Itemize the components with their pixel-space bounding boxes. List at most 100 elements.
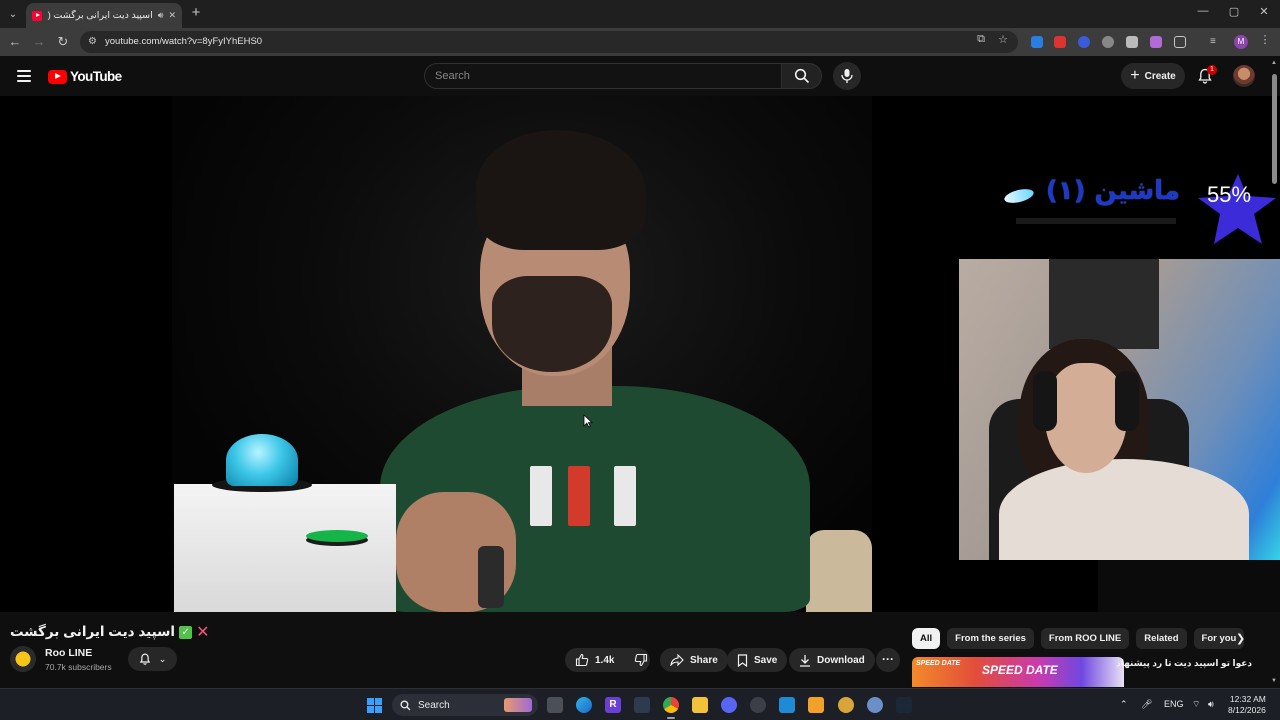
task-view-icon[interactable]	[547, 697, 563, 713]
voice-search-button[interactable]	[833, 62, 861, 90]
video-person-hair	[476, 130, 646, 250]
chip-related[interactable]: Related	[1136, 628, 1187, 649]
reload-icon[interactable]: ↻	[55, 34, 71, 50]
account-avatar[interactable]	[1233, 65, 1255, 87]
video-player[interactable]: ماشین (۱) 55%	[0, 96, 1280, 612]
scroll-up-icon[interactable]: ▲	[1271, 60, 1277, 66]
video-person-beard	[492, 276, 612, 372]
close-icon[interactable]: ✕	[168, 10, 176, 21]
close-window-icon[interactable]: ✕	[1254, 5, 1274, 18]
site-info-icon[interactable]: ⚙︎	[88, 36, 100, 48]
tray-chevron-icon[interactable]: ⌃	[1120, 699, 1128, 710]
address-bar[interactable]: ⚙︎ youtube.com/watch?v=8yFyIYhEHS0	[80, 31, 1018, 53]
search-placeholder: Search	[435, 70, 470, 82]
tab-list-icon[interactable]: ⌄	[4, 5, 22, 23]
reading-list-icon[interactable]: ≡	[1210, 36, 1222, 48]
hamburger-menu-icon[interactable]	[17, 70, 31, 85]
save-icon	[737, 653, 748, 667]
extension-icon[interactable]	[1031, 36, 1043, 48]
scroll-down-icon[interactable]: ▼	[1271, 678, 1277, 684]
app-icon[interactable]	[750, 697, 766, 713]
star-icon[interactable]: ☆	[996, 33, 1010, 46]
vscode-icon[interactable]	[779, 697, 795, 713]
buzzer-green-button	[306, 530, 368, 542]
extension-icon[interactable]	[1078, 36, 1090, 48]
buzzer-blue-dome	[226, 434, 298, 486]
chip-from-roo-line[interactable]: From ROO LINE	[1040, 628, 1130, 649]
create-button[interactable]: + Create	[1121, 63, 1185, 89]
channel-name[interactable]: Roo LINE	[45, 647, 92, 659]
extension-icon[interactable]	[1150, 36, 1162, 48]
clock-date: 8/12/2026	[1228, 705, 1266, 715]
app-icon[interactable]	[867, 697, 883, 713]
like-icon	[575, 653, 589, 667]
edge-icon[interactable]	[576, 697, 592, 713]
app-icon[interactable]	[838, 697, 854, 713]
search-highlight-icon	[504, 698, 532, 712]
youtube-header: YouTube Search + Create 1	[0, 56, 1280, 96]
youtube-logo[interactable]: YouTube	[48, 69, 122, 84]
chip-all[interactable]: All	[912, 628, 941, 649]
check-mark-icon: ✓	[179, 625, 193, 639]
video-title: اسپید دیت ایرانی برگشت ✓ ✕	[10, 622, 209, 642]
file-explorer-icon[interactable]	[692, 697, 708, 713]
forward-icon[interactable]: →	[31, 34, 47, 50]
install-icon[interactable]: ⧉	[974, 33, 988, 46]
mic-icon	[841, 69, 853, 83]
recommended-video-thumbnail[interactable]: SPEED DATE SPEED DATE	[912, 657, 1124, 687]
chrome-icon[interactable]	[663, 697, 679, 713]
subscriber-count: 70.7k subscribers	[45, 662, 112, 672]
chip-from-the-series[interactable]: From the series	[947, 628, 1034, 649]
extension-icon[interactable]	[1054, 36, 1066, 48]
browser-tab-active[interactable]: اسپید دیت ایرانی برگشت (1) 🔊︎ ✕	[26, 3, 182, 28]
back-icon[interactable]: ←	[7, 34, 23, 50]
menu-icon[interactable]: ⋮	[1258, 33, 1272, 46]
more-icon[interactable]: ···	[876, 648, 900, 672]
app-icon[interactable]	[808, 697, 824, 713]
system-clock[interactable]: 12:32 AM 8/12/2026	[1228, 694, 1266, 716]
save-button[interactable]: Save	[727, 648, 788, 672]
page-scrollbar[interactable]: ▲ ▼	[1271, 60, 1278, 686]
shirt-print	[614, 466, 636, 526]
taskbar-search[interactable]: Search	[392, 694, 538, 716]
download-button[interactable]: Download	[789, 648, 875, 672]
scrollbar-thumb[interactable]	[1272, 74, 1277, 184]
like-button[interactable]: 1.4k	[565, 648, 624, 672]
minimize-icon[interactable]: —	[1193, 5, 1213, 17]
download-icon	[800, 654, 810, 667]
dislike-button[interactable]	[624, 648, 658, 672]
browser-toolbar: ← → ↻ ⚙︎ youtube.com/watch?v=8yFyIYhEHS0…	[0, 28, 1280, 56]
webcam-shelf	[1049, 259, 1159, 349]
steam-icon[interactable]	[896, 697, 912, 713]
channel-avatar[interactable]	[10, 646, 36, 672]
discord-icon[interactable]	[721, 697, 737, 713]
shirt-print	[530, 466, 552, 526]
shield-icon[interactable]	[1126, 36, 1138, 48]
clock-time: 12:32 AM	[1229, 694, 1266, 704]
mic-tray-icon[interactable]: 🎤︎	[1141, 699, 1152, 710]
app-icon[interactable]	[634, 697, 650, 713]
dislike-icon	[635, 653, 648, 667]
taskbar-search-label: Search	[418, 699, 450, 711]
profile-avatar[interactable]: M	[1234, 35, 1248, 49]
audio-icon[interactable]: 🔊︎	[158, 10, 164, 21]
language-indicator[interactable]: ENG	[1164, 699, 1184, 709]
puzzle-icon[interactable]	[1174, 36, 1186, 48]
headset-icon	[1033, 371, 1057, 431]
subscribed-button[interactable]: ⌄	[128, 647, 177, 671]
app-r-icon[interactable]: R	[605, 697, 621, 713]
stream-overlay-title: ماشین (۱)	[1000, 176, 1180, 220]
windows-icon[interactable]	[367, 698, 382, 713]
maximize-icon[interactable]: ▢	[1224, 5, 1244, 18]
recommended-video-title[interactable]: دعوا تو اسپید دیت تا رد پیشنهاد	[1116, 658, 1252, 669]
share-button[interactable]: Share	[660, 648, 728, 672]
new-tab-icon[interactable]: +	[188, 4, 204, 22]
url-text: youtube.com/watch?v=8yFyIYhEHS0	[105, 36, 263, 47]
search-button[interactable]	[781, 63, 822, 89]
chevron-right-icon[interactable]: ❯	[1236, 632, 1250, 646]
chevron-down-icon: ⌄	[158, 653, 167, 664]
search-input[interactable]: Search	[424, 63, 782, 89]
wifi-icon[interactable]: ⌔	[1192, 699, 1200, 710]
extension-icon[interactable]	[1102, 36, 1114, 48]
volume-icon[interactable]: 🔊︎	[1208, 699, 1214, 710]
